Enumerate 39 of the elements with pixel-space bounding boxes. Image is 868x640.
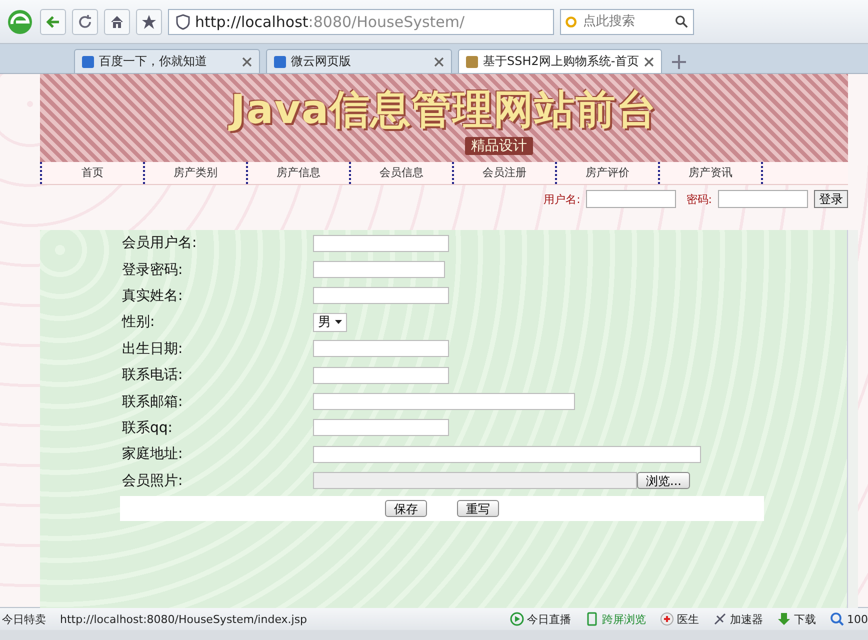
field-label: 性别:	[122, 313, 156, 332]
field-label: 联系邮箱:	[122, 392, 184, 411]
gender-select[interactable]: 男	[313, 312, 347, 332]
field-label: 联系qq:	[122, 418, 174, 437]
browser-tab[interactable]: 百度一下，你就知道	[74, 49, 260, 73]
status-button[interactable]: 今日直播	[527, 612, 571, 626]
login-button[interactable]: 登录	[814, 190, 848, 208]
nav-link[interactable]: 会员注册	[452, 162, 555, 184]
status-button[interactable]: 加速器	[730, 612, 763, 626]
status-link[interactable]: 今日特卖	[2, 612, 46, 626]
save-button[interactable]: 保存	[385, 500, 427, 517]
banner-title: Java信息管理网站前台	[230, 82, 658, 136]
field-label: 真实姓名:	[122, 286, 184, 305]
browse-button[interactable]: 浏览...	[637, 472, 690, 490]
field-label: 登录密码:	[122, 260, 184, 279]
password-label: 密码:	[686, 192, 712, 206]
zoom-level[interactable]: 100	[847, 612, 868, 626]
status-button[interactable]: 跨屏浏览	[602, 612, 646, 626]
search-bar[interactable]: 点此搜索	[560, 8, 694, 34]
status-button[interactable]: 下载	[794, 612, 816, 626]
status-button[interactable]: 医生	[677, 612, 699, 626]
browser-tab[interactable]: 微云网页版	[266, 49, 452, 73]
status-url: http://localhost:8080/HouseSystem/index.jsp	[60, 612, 308, 626]
field-label: 出生日期:	[122, 340, 184, 358]
nav-link[interactable]: 房产资讯	[658, 162, 763, 184]
field-label: 家庭地址:	[122, 445, 184, 464]
address-bar[interactable]: http://localhost:8080/HouseSystem/	[168, 8, 554, 34]
nav-link[interactable]: 房产信息	[246, 162, 349, 184]
nav-link[interactable]: 房产评价	[555, 162, 658, 184]
browser-tab[interactable]: 基于SSH2网上购物系统-首页	[458, 49, 662, 73]
banner-subtitle: 精品设计	[465, 136, 533, 154]
nav-link[interactable]: 房产类别	[143, 162, 246, 184]
nav-link[interactable]: 会员信息	[349, 162, 452, 184]
reset-button[interactable]: 重写	[457, 500, 499, 517]
nav-link[interactable]: 首页	[40, 162, 143, 184]
field-label: 联系电话:	[122, 366, 184, 384]
field-label: 会员用户名:	[122, 234, 198, 252]
username-label: 用户名:	[544, 192, 580, 206]
field-label: 会员照片:	[122, 472, 184, 490]
